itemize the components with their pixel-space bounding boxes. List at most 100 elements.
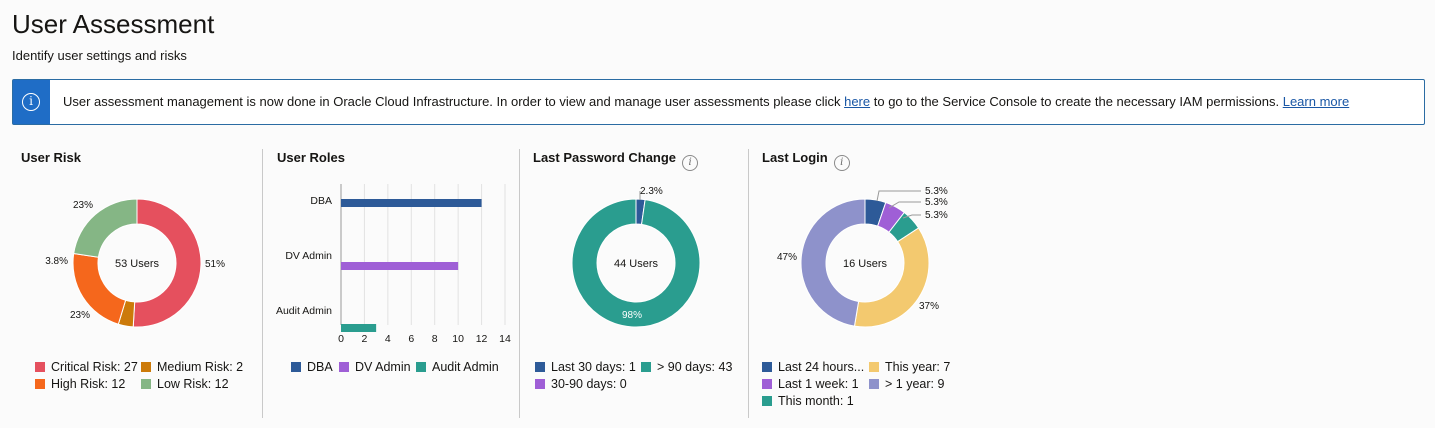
legend-swatch — [535, 362, 545, 372]
legend-last-24-hours[interactable]: Last 24 hours... — [762, 360, 864, 374]
bar-audit-admin[interactable] — [341, 324, 377, 332]
slice-label: 2.3% — [640, 186, 663, 197]
x-tick-label: 12 — [476, 333, 488, 345]
bar-dba[interactable] — [341, 199, 482, 207]
slice-label: 5.3% — [925, 186, 948, 197]
legend-critical-risk[interactable]: Critical Risk: 27 — [35, 360, 138, 374]
panel-title-text: Last Password Change — [533, 150, 677, 165]
legend-30-90-days[interactable]: 30-90 days: 0 — [535, 377, 627, 391]
slice-label: 5.3% — [925, 197, 948, 208]
legend-swatch — [416, 362, 426, 372]
legend-over-1-year[interactable]: > 1 year: 9 — [869, 377, 944, 391]
slice-label: 98% — [622, 310, 642, 321]
legend-high-risk[interactable]: High Risk: 12 — [35, 377, 125, 391]
legend-swatch — [869, 379, 879, 389]
x-tick-label: 0 — [338, 333, 344, 345]
legend-label: Audit Admin — [432, 360, 499, 374]
user-risk-chart[interactable]: 51% 3.8% 23% 23% 53 Users — [0, 186, 262, 386]
legend-last-1-week[interactable]: Last 1 week: 1 — [762, 377, 859, 391]
x-tick-label: 2 — [362, 333, 368, 345]
legend-this-month[interactable]: This month: 1 — [762, 394, 854, 408]
slice-label: 5.3% — [925, 210, 948, 221]
legend-swatch — [35, 362, 45, 372]
legend-label: High Risk: 12 — [51, 377, 126, 391]
legend-label: Critical Risk: 27 — [51, 360, 138, 374]
x-tick-label: 10 — [452, 333, 464, 345]
user-roles-chart[interactable]: 0 2 4 6 8 10 12 14 DBA DV Admin Audit Admin — [263, 178, 519, 358]
legend-dv-admin[interactable]: DV Admin — [339, 360, 411, 374]
y-tick-label: Audit Admin — [276, 305, 332, 317]
legend-label: DBA — [307, 360, 333, 374]
y-tick-label: DBA — [310, 195, 332, 207]
banner-text-before: User assessment management is now done i… — [63, 94, 845, 109]
legend-label: Last 24 hours... — [778, 360, 865, 374]
legend-label: > 1 year: 9 — [885, 377, 945, 391]
donut-slice-this-year[interactable] — [853, 227, 930, 328]
page-subtitle: Identify user settings and risks — [12, 48, 187, 63]
x-tick-label: 4 — [385, 333, 391, 345]
legend-swatch — [869, 362, 879, 372]
legend-label: Last 30 days: 1 — [551, 360, 636, 374]
x-tick-label: 14 — [499, 333, 511, 345]
legend-label: This month: 1 — [778, 394, 854, 408]
here-link[interactable]: here — [844, 94, 870, 109]
bar-dv-admin[interactable] — [341, 262, 459, 270]
user-roles-panel: User Roles 0 2 4 6 8 10 12 14 DBA DV Admin Audit A… — [263, 148, 519, 418]
panel-title-text: Last Login — [762, 150, 828, 165]
user-risk-panel: User Risk 51% 3.8% 23% 23% 53 Users Critical… — [0, 148, 262, 418]
slice-label: 3.8% — [45, 256, 68, 267]
info-icon[interactable]: i — [833, 155, 850, 171]
legend-low-risk[interactable]: Low Risk: 12 — [141, 377, 229, 391]
slice-label: 23% — [70, 310, 90, 321]
info-icon[interactable]: i — [682, 155, 699, 171]
last-password-change-panel: Last Password Change i 2.3% 98% 44 Users La… — [520, 148, 748, 418]
legend-label: Last 1 week: 1 — [778, 377, 859, 391]
legend-this-year[interactable]: This year: 7 — [869, 360, 950, 374]
legend-swatch — [291, 362, 301, 372]
legend-last-30-days[interactable]: Last 30 days: 1 — [535, 360, 636, 374]
legend-label: 30-90 days: 0 — [551, 377, 627, 391]
legend-label: > 90 days: 43 — [657, 360, 733, 374]
legend-swatch — [339, 362, 349, 372]
slice-label: 51% — [205, 259, 225, 270]
legend-label: Medium Risk: 2 — [157, 360, 244, 374]
legend-swatch — [141, 379, 151, 389]
donut-center-label: 44 Users — [614, 258, 659, 270]
legend-label: DV Admin — [355, 360, 411, 374]
slice-label-leader — [876, 190, 921, 202]
legend-medium-risk[interactable]: Medium Risk: 2 — [141, 360, 243, 374]
legend-swatch — [141, 362, 151, 372]
learn-more-link[interactable]: Learn more — [1283, 94, 1349, 109]
legend-swatch — [641, 362, 651, 372]
legend-swatch — [535, 379, 545, 389]
legend-audit-admin[interactable]: Audit Admin — [416, 360, 499, 374]
legend-over-90-days[interactable]: > 90 days: 43 — [641, 360, 732, 374]
last-password-change-title: Last Password Change i — [533, 150, 699, 171]
slice-label: 47% — [777, 252, 797, 263]
donut-center-label: 16 Users — [843, 258, 888, 270]
legend-swatch — [762, 362, 772, 372]
last-login-title: Last Login i — [762, 150, 850, 171]
user-roles-title: User Roles — [277, 150, 345, 165]
x-tick-label: 6 — [408, 333, 414, 345]
banner-text-after: to go to the Service Console to create t… — [870, 94, 1283, 109]
last-login-panel: Last Login i 5.3% 5.3% 5.3% 37% 47% 16 Users L… — [749, 148, 979, 418]
donut-center-label: 53 Users — [115, 258, 160, 270]
legend-label: Low Risk: 12 — [157, 377, 229, 391]
user-risk-title: User Risk — [21, 150, 81, 165]
page-title: User Assessment — [12, 9, 215, 39]
info-icon: i — [22, 93, 40, 111]
legend-swatch — [762, 396, 772, 406]
slice-label: 37% — [919, 301, 939, 312]
legend-dba[interactable]: DBA — [291, 360, 333, 374]
last-login-chart[interactable]: 5.3%5.3%5.3%37%47%16 Users — [749, 186, 979, 386]
legend-label: This year: 7 — [885, 360, 951, 374]
slice-label: 23% — [73, 200, 93, 211]
banner-icon-box: i — [13, 80, 50, 124]
x-tick-label: 8 — [432, 333, 438, 345]
banner-message: User assessment management is now done i… — [63, 94, 1349, 109]
legend-swatch — [35, 379, 45, 389]
last-password-change-chart[interactable]: 2.3% 98% 44 Users — [520, 186, 748, 386]
legend-swatch — [762, 379, 772, 389]
y-tick-label: DV Admin — [285, 250, 332, 262]
